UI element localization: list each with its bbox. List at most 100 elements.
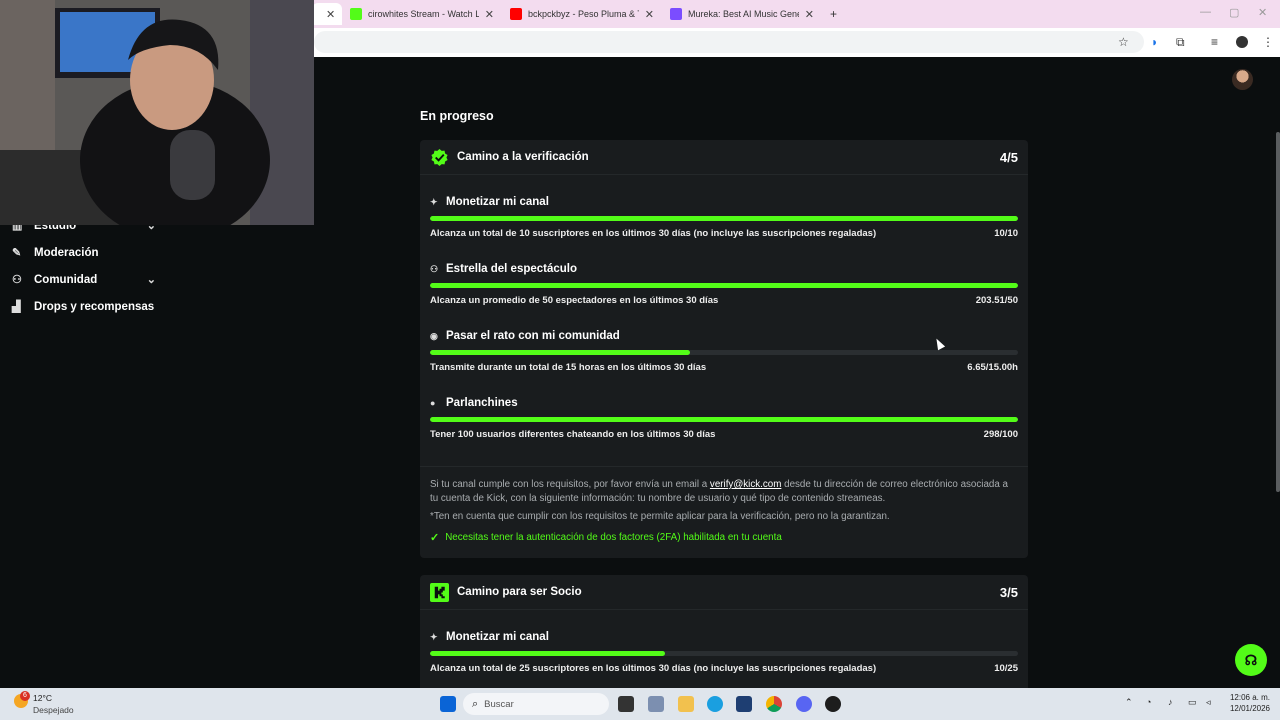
progress-fill xyxy=(430,216,1018,221)
volume-icon[interactable]: ◃ xyxy=(1206,697,1211,708)
close-icon[interactable]: ✕ xyxy=(485,8,494,21)
tab-youtube[interactable]: bckpckbyz - Peso Pluma & Tito ✕ xyxy=(502,3,662,25)
requirement-description: Alcanza un promedio de 50 espectadores e… xyxy=(430,295,719,306)
divider xyxy=(420,466,1028,467)
requirement-value: 298/100 xyxy=(983,429,1018,440)
new-tab-button[interactable]: + xyxy=(822,3,842,25)
chrome-icon[interactable] xyxy=(766,696,782,712)
webcam-overlay xyxy=(0,0,314,225)
progress-bar xyxy=(430,350,1018,355)
weather-badge: 6 xyxy=(20,691,30,701)
search-placeholder: Buscar xyxy=(484,698,514,710)
media-icon[interactable]: ≡ xyxy=(1211,35,1218,49)
card-progress: 3/5 xyxy=(999,584,1018,600)
support-chat-button[interactable]: ☊ xyxy=(1235,644,1267,676)
kick-logo-icon xyxy=(430,582,449,602)
card-title: Camino a la verificación xyxy=(457,151,589,163)
chevron-up-icon[interactable]: ⌃ xyxy=(1125,697,1133,708)
people-icon: ⚇ xyxy=(12,274,22,286)
tab-label: cirowhites Stream - Watch Live xyxy=(368,9,479,19)
sparkle-icon: ✦ xyxy=(430,196,438,207)
card-progress: 4/5 xyxy=(999,149,1018,165)
broadcast-icon: ◉ xyxy=(430,330,438,341)
users-icon: ⚇ xyxy=(430,263,439,274)
windows-taskbar: 6 12°C Despejado ⌕ Buscar ⌃ ◔ ♪ ▭ ◃ 12:0… xyxy=(0,688,1280,720)
sidebar-item-moderacion[interactable]: ✎ Moderación xyxy=(12,246,160,260)
app-icon[interactable] xyxy=(825,696,841,712)
youtube-favicon-icon xyxy=(510,8,522,20)
close-icon[interactable]: ✕ xyxy=(645,8,654,21)
tray-icon[interactable]: ◔ xyxy=(1146,697,1151,707)
requirement-description: Tener 100 usuarios diferentes chateando … xyxy=(430,429,716,440)
tab-kick-stream[interactable]: cirowhites Stream - Watch Live ✕ xyxy=(342,3,502,25)
card-header: Camino para ser Socio 3/5 xyxy=(420,575,1028,609)
discord-icon[interactable] xyxy=(796,696,812,712)
menu-icon[interactable]: ⋮ xyxy=(1262,35,1274,49)
profile-icon[interactable] xyxy=(1236,36,1248,48)
tab-mureka[interactable]: Mureka: Best AI Music Generat ✕ xyxy=(662,3,822,25)
minimize-icon[interactable]: — xyxy=(1200,6,1211,18)
extensions-icon[interactable]: ⧉ xyxy=(1176,35,1185,50)
requirement-title-label: Pasar el rato con mi comunidad xyxy=(446,330,620,342)
email-link[interactable]: verify@kick.com xyxy=(710,479,781,490)
chevron-down-icon[interactable]: ⌄ xyxy=(147,273,156,286)
task-view-icon[interactable] xyxy=(618,696,634,712)
widgets-icon[interactable] xyxy=(648,696,664,712)
scrollbar[interactable] xyxy=(1276,132,1280,492)
partner-card: Camino para ser Socio 3/5 ✦ Monetizar mi… xyxy=(420,575,1028,688)
progress-fill xyxy=(430,651,666,656)
progress-fill xyxy=(430,417,1018,422)
divider xyxy=(420,609,1028,610)
requirement-title-label: Parlanchines xyxy=(446,397,518,409)
maximize-icon[interactable]: ▢ xyxy=(1229,6,1239,19)
twofa-notice: ✓ Necesitas tener la autenticación de do… xyxy=(430,531,782,544)
sidebar-item-drops[interactable]: ▟ Drops y recompensas xyxy=(12,300,160,314)
close-icon[interactable]: ✕ xyxy=(805,8,814,21)
requirement-value: 203.51/50 xyxy=(975,295,1018,306)
requirement-value: 6.65/15.00h xyxy=(967,362,1018,373)
check-icon: ✓ xyxy=(430,532,440,544)
close-icon[interactable]: ✕ xyxy=(326,8,335,21)
network-icon[interactable]: ▭ xyxy=(1188,697,1197,708)
kick-favicon-icon xyxy=(350,8,362,20)
requirement-title: ◉ Pasar el rato con mi comunidad xyxy=(430,330,620,342)
requirement-description: Alcanza un total de 25 suscriptores en l… xyxy=(430,663,877,674)
sparkle-icon: ✦ xyxy=(430,631,438,642)
sidebar-item-comunidad[interactable]: ⚇ Comunidad ⌄ xyxy=(12,273,160,287)
sidebar-item-label: Drops y recompensas xyxy=(34,300,155,313)
progress-bar xyxy=(430,651,1018,656)
twofa-label: Necesitas tener la autenticación de dos … xyxy=(445,532,782,543)
info-text: Si tu canal cumple con los requisitos, p… xyxy=(430,479,708,490)
requirement-title: ✦ Monetizar mi canal xyxy=(430,631,549,643)
requirement-title-label: Monetizar mi canal xyxy=(446,196,549,208)
voice-icon[interactable]: ◗ xyxy=(1151,35,1158,49)
requirement-title-label: Monetizar mi canal xyxy=(446,631,549,643)
avatar[interactable] xyxy=(1232,69,1253,90)
clock-time: 12:06 a. m. xyxy=(1229,693,1270,702)
divider xyxy=(420,174,1028,175)
card-header: Camino a la verificación 4/5 xyxy=(420,140,1028,174)
disclaimer-text: *Ten en cuenta que cumplir con los requi… xyxy=(430,511,890,522)
progress-bar xyxy=(430,216,1018,221)
section-title: En progreso xyxy=(420,109,494,123)
requirement-title: ✦ Monetizar mi canal xyxy=(430,196,549,208)
tab-label: bckpckbyz - Peso Pluma & Tito xyxy=(528,9,639,19)
edge-icon[interactable] xyxy=(707,696,723,712)
progress-bar xyxy=(430,417,1018,422)
taskbar-search[interactable]: ⌕ Buscar xyxy=(463,693,609,715)
address-bar[interactable] xyxy=(314,31,1144,53)
windows-start-icon[interactable] xyxy=(440,696,456,712)
progress-fill xyxy=(430,350,691,355)
bookmark-star-icon[interactable]: ☆ xyxy=(1118,35,1129,49)
tab-active[interactable]: d ✕ xyxy=(312,3,342,25)
file-explorer-icon[interactable] xyxy=(678,696,694,712)
verified-badge-icon xyxy=(431,148,448,166)
requirement-title: ● Parlanchines xyxy=(430,397,518,409)
clock[interactable]: 12:06 a. m. 12/01/2026 xyxy=(1222,693,1270,713)
store-icon[interactable] xyxy=(736,696,752,712)
window-close-icon[interactable]: ✕ xyxy=(1258,6,1267,19)
microphone-icon[interactable]: ♪ xyxy=(1168,697,1173,707)
webcam-image xyxy=(0,0,314,225)
verification-info: Si tu canal cumple con los requisitos, p… xyxy=(430,478,1018,505)
progress-bar xyxy=(430,283,1018,288)
